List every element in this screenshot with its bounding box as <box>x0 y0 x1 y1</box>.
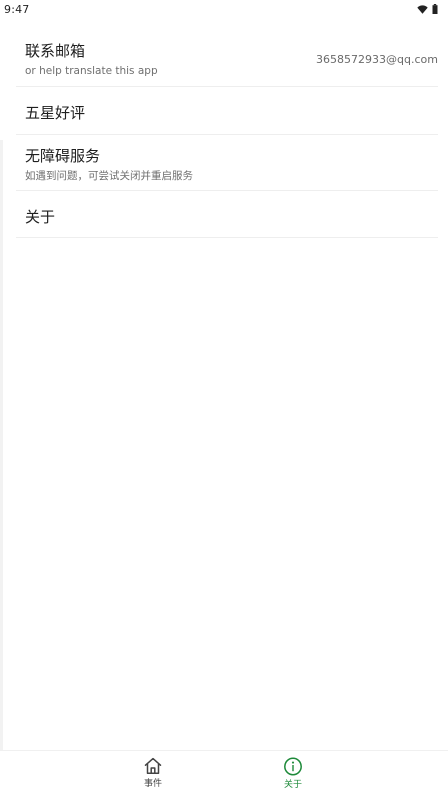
status-icons <box>417 4 438 14</box>
app-screen: 9:47 联系邮箱 or help translate this app 365… <box>0 0 448 797</box>
accessibility-service-row[interactable]: 无障碍服务 如遇到问题，可尝试关闭并重启服务 <box>16 135 438 191</box>
info-icon <box>284 757 302 776</box>
nav-about-tab[interactable]: 关于 <box>265 757 321 795</box>
rate-app-title: 五星好评 <box>25 104 86 122</box>
contact-email-subtitle: or help translate this app <box>25 65 158 77</box>
wifi-icon <box>417 4 428 14</box>
nav-events-tab[interactable]: 事件 <box>125 757 181 795</box>
nav-events-label: 事件 <box>143 779 162 789</box>
rate-app-row[interactable]: 五星好评 <box>16 87 438 135</box>
status-bar: 9:47 <box>0 0 448 20</box>
accessibility-service-title: 无障碍服务 <box>25 147 101 165</box>
settings-list: 联系邮箱 or help translate this app 36585729… <box>16 30 438 238</box>
accessibility-service-subtitle: 如遇到问题，可尝试关闭并重启服务 <box>25 170 193 182</box>
about-title: 关于 <box>25 208 56 226</box>
contact-email-row[interactable]: 联系邮箱 or help translate this app 36585729… <box>16 30 438 87</box>
status-time: 9:47 <box>4 3 30 16</box>
home-icon <box>144 757 162 774</box>
battery-icon <box>432 4 438 14</box>
contact-email-title: 联系邮箱 <box>25 42 86 60</box>
about-row[interactable]: 关于 <box>16 191 438 238</box>
left-edge-divider <box>0 140 3 750</box>
contact-email-value: 3658572933@qq.com <box>316 53 438 66</box>
bottom-navigation: 事件 关于 <box>0 750 448 797</box>
nav-about-label: 关于 <box>283 780 302 790</box>
